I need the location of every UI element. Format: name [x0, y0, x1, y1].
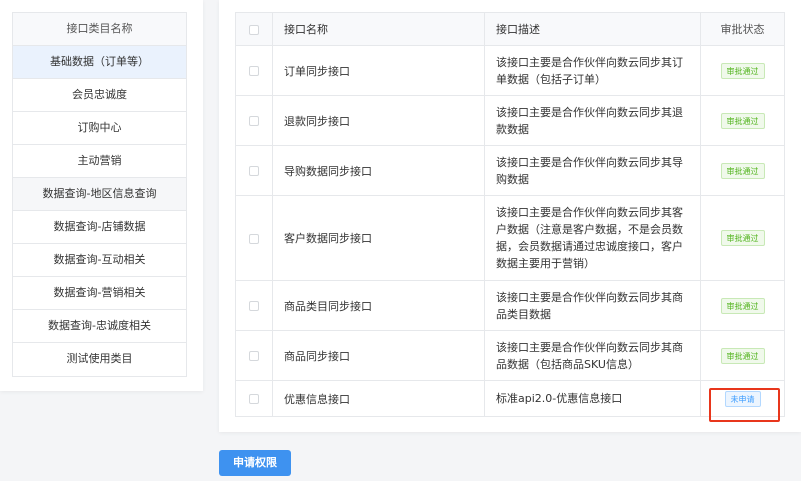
category-item-region-query[interactable]: 数据查询-地区信息查询 — [13, 178, 186, 211]
api-panel: 接口名称 接口描述 审批状态 订单同步接口 该接口主要是合作伙伴向数云同步其订单… — [219, 0, 801, 432]
category-item-marketing-query[interactable]: 数据查询-营销相关 — [13, 277, 186, 310]
api-desc: 该接口主要是合作伙伴向数云同步其退款数据 — [484, 95, 701, 146]
row-checkbox[interactable] — [249, 394, 259, 404]
row-checkbox[interactable] — [249, 233, 259, 244]
row-check-cell — [235, 195, 273, 281]
status-badge: 审批通过 — [720, 297, 765, 314]
api-name: 商品类目同步接口 — [272, 280, 485, 331]
header-api-desc: 接口描述 — [484, 12, 701, 46]
row-check-cell — [235, 145, 273, 196]
api-name: 订单同步接口 — [272, 45, 485, 96]
row-checkbox[interactable] — [249, 116, 259, 126]
row-check-cell — [235, 330, 273, 381]
header-approval-status: 审批状态 — [700, 12, 785, 46]
api-name: 商品同步接口 — [272, 330, 485, 381]
category-list-header: 接口类目名称 — [13, 13, 186, 46]
api-name: 优惠信息接口 — [272, 380, 485, 417]
table-row: 订单同步接口 该接口主要是合作伙伴向数云同步其订单数据（包括子订单） 审批通过 — [235, 45, 785, 96]
table-row: 导购数据同步接口 该接口主要是合作伙伴向数云同步其导购数据 审批通过 — [235, 145, 785, 196]
select-all-cell — [235, 12, 273, 46]
header-api-name: 接口名称 — [272, 12, 485, 46]
category-panel: 接口类目名称 基础数据（订单等） 会员忠诚度 订购中心 主动营销 数据查询-地区… — [0, 0, 203, 391]
row-check-cell — [235, 280, 273, 331]
status-badge-not-applied: 未申请 — [724, 390, 761, 407]
api-desc: 标准api2.0-优惠信息接口 — [484, 380, 701, 417]
table-row: 优惠信息接口 标准api2.0-优惠信息接口 未申请 — [235, 380, 785, 417]
status-badge: 审批通过 — [720, 112, 765, 129]
api-desc: 该接口主要是合作伙伴向数云同步其商品类目数据 — [484, 280, 701, 331]
status-badge: 审批通过 — [720, 230, 765, 246]
table-row: 客户数据同步接口 该接口主要是合作伙伴向数云同步其客户数据（注意是客户数据，不是… — [235, 195, 785, 281]
category-list: 接口类目名称 基础数据（订单等） 会员忠诚度 订购中心 主动营销 数据查询-地区… — [12, 12, 187, 377]
status-cell: 审批通过 — [700, 45, 785, 96]
table-row: 退款同步接口 该接口主要是合作伙伴向数云同步其退款数据 审批通过 — [235, 95, 785, 146]
category-item-subscription-center[interactable]: 订购中心 — [13, 112, 186, 145]
category-item-loyalty[interactable]: 会员忠诚度 — [13, 79, 186, 112]
category-item-loyalty-query[interactable]: 数据查询-忠诚度相关 — [13, 310, 186, 343]
table-row: 商品类目同步接口 该接口主要是合作伙伴向数云同步其商品类目数据 审批通过 — [235, 280, 785, 331]
category-item-test[interactable]: 测试使用类目 — [13, 343, 186, 376]
api-table-header-row: 接口名称 接口描述 审批状态 — [235, 12, 785, 46]
category-item-basic-data[interactable]: 基础数据（订单等） — [13, 46, 186, 79]
status-badge: 审批通过 — [720, 62, 765, 79]
api-desc: 该接口主要是合作伙伴向数云同步其商品数据（包括商品SKU信息） — [484, 330, 701, 381]
api-name: 客户数据同步接口 — [272, 195, 485, 281]
api-table: 接口名称 接口描述 审批状态 订单同步接口 该接口主要是合作伙伴向数云同步其订单… — [235, 12, 785, 417]
row-check-cell — [235, 380, 273, 417]
category-item-shop-data-query[interactable]: 数据查询-店铺数据 — [13, 211, 186, 244]
category-item-active-marketing[interactable]: 主动营销 — [13, 145, 186, 178]
status-cell: 审批通过 — [700, 195, 785, 281]
row-checkbox[interactable] — [249, 301, 259, 311]
row-check-cell — [235, 45, 273, 96]
select-all-checkbox[interactable] — [249, 24, 259, 35]
status-cell: 审批通过 — [700, 145, 785, 196]
row-check-cell — [235, 95, 273, 146]
category-item-interaction-query[interactable]: 数据查询-互动相关 — [13, 244, 186, 277]
row-checkbox[interactable] — [249, 66, 259, 76]
status-cell: 审批通过 — [700, 95, 785, 146]
status-badge: 审批通过 — [720, 347, 765, 364]
api-name: 导购数据同步接口 — [272, 145, 485, 196]
api-desc: 该接口主要是合作伙伴向数云同步其导购数据 — [484, 145, 701, 196]
row-checkbox[interactable] — [249, 166, 259, 176]
apply-permission-button[interactable]: 申请权限 — [219, 450, 291, 476]
status-badge: 审批通过 — [720, 162, 765, 179]
status-cell: 审批通过 — [700, 280, 785, 331]
status-cell: 未申请 — [700, 380, 785, 417]
status-cell: 审批通过 — [700, 330, 785, 381]
table-row: 商品同步接口 该接口主要是合作伙伴向数云同步其商品数据（包括商品SKU信息） 审… — [235, 330, 785, 381]
api-name: 退款同步接口 — [272, 95, 485, 146]
row-checkbox[interactable] — [249, 351, 259, 361]
api-desc: 该接口主要是合作伙伴向数云同步其订单数据（包括子订单） — [484, 45, 701, 96]
api-desc: 该接口主要是合作伙伴向数云同步其客户数据（注意是客户数据，不是会员数据，会员数据… — [484, 195, 701, 281]
